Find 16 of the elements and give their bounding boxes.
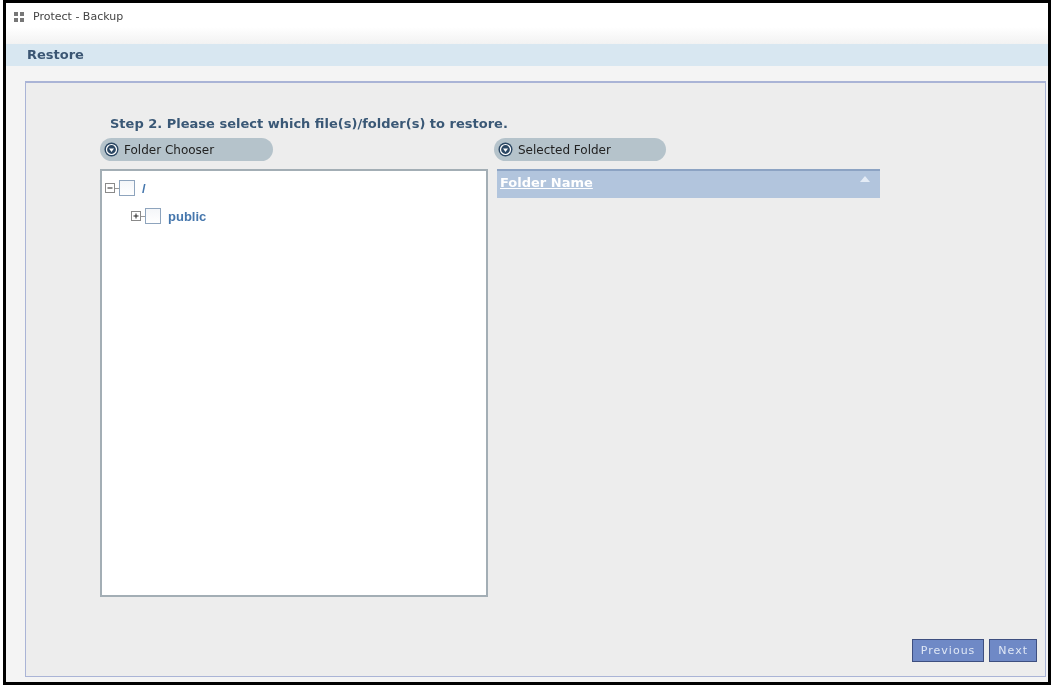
checkbox[interactable] [145,208,161,224]
step-instruction: Step 2. Please select which file(s)/folder(s) to restore. [109,116,509,132]
checkbox[interactable] [119,180,135,196]
folder-label[interactable]: public [168,208,207,224]
down-arrow-circle-icon [498,142,513,157]
window-title: Protect - Backup [33,10,124,24]
down-arrow-circle-icon [104,142,119,157]
next-button[interactable]: Next [989,639,1037,662]
folder-label[interactable]: / [142,180,146,196]
folder-chooser-header[interactable]: Folder Chooser [100,138,273,161]
expand-icon[interactable] [131,211,141,221]
collapse-icon[interactable] [105,183,115,193]
section-header: Restore [6,44,1048,66]
grid-icon [14,12,24,22]
selected-folder-header[interactable]: Selected Folder [494,138,666,161]
previous-button[interactable]: Previous [911,639,985,662]
